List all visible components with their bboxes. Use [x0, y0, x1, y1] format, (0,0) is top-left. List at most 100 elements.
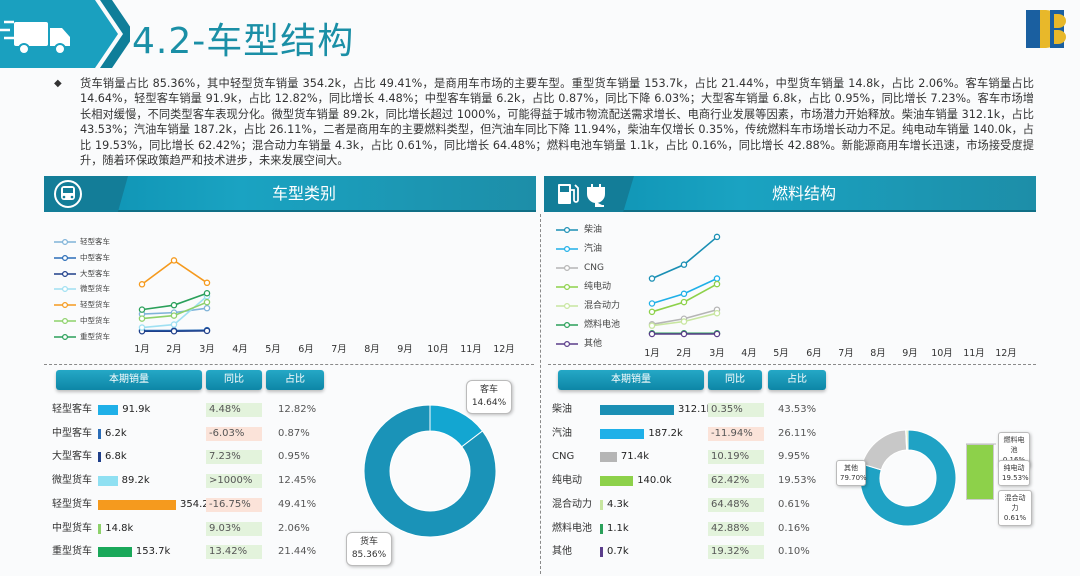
legend-item: 燃料电池 [556, 319, 646, 331]
data-point [170, 301, 178, 309]
data-point [713, 330, 721, 338]
x-tick-label: 7月 [331, 344, 347, 355]
summary-paragraph: ◆ 货车销量占比 85.36%，其中轻型货车销量 354.2k，占比 49.41… [54, 76, 1034, 168]
stack-fuelcell-name: 燃料电池 [1003, 436, 1025, 454]
share-value: 19.53% [778, 475, 817, 487]
fuel-charge-icon [558, 184, 605, 207]
x-tick-label: 12月 [995, 348, 1017, 359]
left-header-share: 占比 [266, 370, 324, 390]
legend-label: 中型客车 [80, 252, 110, 262]
share-value: 12.82% [278, 404, 317, 415]
row-label: 微型货车 [52, 475, 92, 487]
row-label: 中型货车 [52, 522, 92, 534]
data-point [170, 257, 178, 264]
yoy-value: 9.03% [206, 521, 262, 536]
legend-item: 大型客车 [54, 268, 144, 280]
donut-callout-truck: 货车 85.36% [346, 532, 392, 566]
legend-item: 其他 [556, 338, 646, 350]
donut-slice [861, 429, 908, 471]
legend-item: 纯电动 [556, 281, 646, 293]
sales-bar [600, 476, 634, 487]
sales-value: 4.3k [607, 498, 629, 510]
header: 4.2-车型结构 [0, 0, 1080, 70]
sales-value: 6.8k [105, 451, 127, 463]
data-point [648, 308, 656, 316]
row-label: 纯电动 [552, 475, 582, 487]
share-value: 2.06% [278, 522, 310, 534]
x-tick-label: 6月 [806, 348, 822, 359]
table-row: 柴油 312.1k 0.35% 43.53% [552, 401, 842, 419]
stack-callout-ev: 纯电动 19.53% [998, 460, 1030, 486]
yoy-value: 7.23% [206, 450, 262, 465]
callout-truck-value: 85.36% [351, 550, 387, 560]
data-point [680, 330, 688, 338]
sales-value: 153.7k [135, 546, 171, 558]
sales-bar [600, 428, 645, 439]
sales-bar [600, 499, 603, 510]
legend-label: 柴油 [584, 225, 603, 235]
sales-value: 1.1k [607, 522, 629, 534]
right-header-share: 占比 [768, 370, 826, 390]
callout-truck-name: 货车 [359, 537, 378, 547]
legend-marker [54, 302, 76, 309]
data-point [648, 300, 656, 307]
share-value: 21.44% [278, 546, 317, 558]
row-label: 汽油 [552, 427, 572, 439]
table-row: 轻型客车 91.9k 4.48% 12.82% [52, 401, 342, 419]
table-row: 纯电动 140.0k 62.42% 19.53% [552, 472, 842, 490]
sales-value: 14.8k [105, 522, 134, 534]
table-row: 中型客车 6.2k -6.03% 0.87% [52, 425, 342, 443]
row-label: 大型客车 [52, 451, 92, 463]
legend-label: 燃料电池 [584, 320, 621, 330]
data-point [648, 275, 656, 282]
yoy-value: -6.03% [206, 426, 262, 441]
legend-label: 混合动力 [584, 301, 621, 311]
legend-label: CNG [584, 263, 604, 273]
share-value: 0.87% [278, 427, 310, 439]
bullet-icon: ◆ [54, 78, 62, 89]
stack-connector-lines [966, 443, 996, 445]
yoy-value: 19.32% [708, 545, 764, 560]
sales-bar [98, 452, 101, 463]
sales-value: 140.0k [637, 475, 672, 487]
series-混合动力 [648, 309, 721, 329]
legend-label: 大型客车 [80, 268, 110, 278]
table-row: 重型货车 153.7k 13.42% 21.44% [52, 543, 342, 561]
yoy-value: 13.42% [206, 545, 262, 560]
data-point [203, 298, 211, 306]
donut-callout-other: 其他 79.70% [836, 460, 867, 486]
legend-item: 柴油 [556, 224, 646, 236]
x-tick-label: 8月 [364, 344, 380, 355]
right-header-yoy: 同比 [708, 370, 762, 390]
share-value: 49.41% [278, 498, 317, 510]
x-tick-label: 12月 [493, 344, 515, 355]
row-label: 柴油 [552, 404, 572, 415]
yoy-value: 0.35% [708, 403, 764, 417]
bus-icon [54, 180, 82, 208]
sales-bar [600, 405, 674, 415]
sales-bar [98, 547, 132, 558]
legend-marker [556, 321, 578, 329]
data-point [713, 233, 721, 241]
x-tick-label: 1月 [134, 344, 150, 355]
page-title: 4.2-车型结构 [132, 21, 355, 62]
share-value: 0.61% [778, 498, 810, 510]
legend-marker [556, 302, 578, 310]
yoy-value: >1000% [206, 474, 262, 489]
sales-bar [600, 547, 603, 558]
series-line [651, 236, 718, 280]
donut-slice [905, 429, 909, 451]
series-柴油 [648, 233, 721, 282]
stack-ev-name: 纯电动 [1003, 464, 1025, 472]
legend-marker [54, 254, 76, 261]
series-大型客车 [138, 327, 211, 335]
data-point [170, 312, 178, 319]
share-value: 0.95% [278, 451, 310, 463]
legend-marker [556, 283, 578, 291]
share-value: 0.10% [778, 546, 810, 558]
sales-value: 0.7k [607, 546, 629, 558]
x-tick-label: 5月 [265, 344, 281, 355]
table-row: 中型货车 14.8k 9.03% 2.06% [52, 520, 342, 538]
legend-item: 轻型货车 [54, 299, 144, 311]
legend-label: 微型货车 [80, 284, 110, 294]
